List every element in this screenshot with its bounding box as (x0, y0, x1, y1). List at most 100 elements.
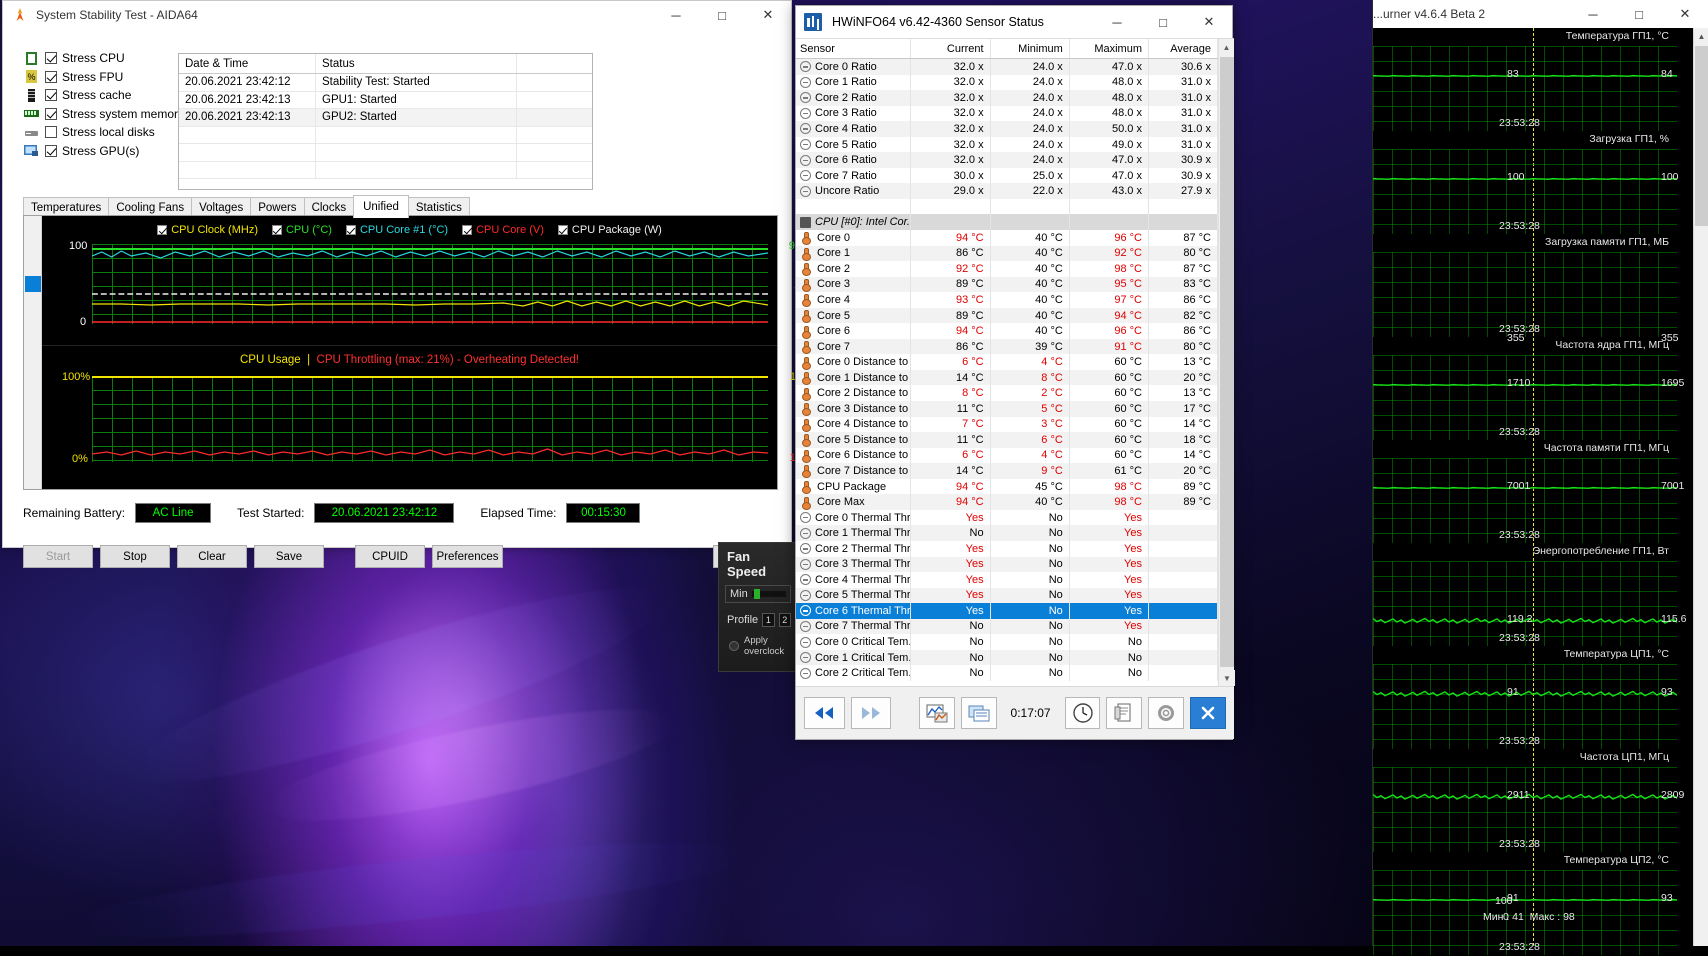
minimize-button[interactable]: ─ (653, 1, 699, 29)
stress-option-disks[interactable]: Stress local disks (23, 123, 173, 142)
sensor-vertical-scrollbar[interactable]: ▲ ▼ (1218, 39, 1235, 686)
sensor-row[interactable]: Core 2 Critical Tem... No No No (796, 665, 1218, 681)
sensor-row[interactable]: Core 6 Distance to ... 6 °C 4 °C 60 °C 14 °C (796, 447, 1218, 464)
sensor-row[interactable]: Uncore Ratio 29.0 x 22.0 x 43.0 x 27.9 x (796, 183, 1218, 199)
sensor-row[interactable]: Core 2 Ratio 32.0 x 24.0 x 48.0 x 31.0 x (796, 90, 1218, 106)
close-button[interactable]: ✕ (1662, 0, 1708, 28)
sensor-row[interactable]: Core 3 Thermal Thr... Yes No Yes (796, 556, 1218, 573)
sensor-row[interactable]: Core 5 Ratio 32.0 x 24.0 x 49.0 x 31.0 x (796, 136, 1218, 153)
legend-cpu-temp[interactable]: CPU (°C) (271, 224, 332, 236)
sensor-graph-icon[interactable] (918, 697, 955, 729)
sensor-row[interactable]: Core 2 Distance to ... 8 °C 2 °C 60 °C 13 °C (796, 385, 1218, 402)
close-button[interactable]: ✕ (745, 1, 791, 29)
sensor-row[interactable]: Core 3 Distance to ... 11 °C 5 °C 60 °C 17 °… (796, 401, 1218, 417)
scrollbar-thumb[interactable] (25, 276, 41, 292)
sensor-row[interactable]: Core 6 Thermal Thr... Yes No Yes (796, 603, 1218, 619)
cpuid-button[interactable]: CPUID (355, 545, 425, 568)
maximize-button[interactable]: □ (1616, 0, 1662, 28)
clear-button[interactable]: Clear (177, 545, 247, 568)
legend-cpu-package-w[interactable]: CPU Package (W) (557, 224, 662, 236)
report-icon[interactable] (1106, 697, 1143, 729)
sensor-row[interactable]: Core 6 94 °C 40 °C 96 °C 86 °C (796, 323, 1218, 339)
sensor-row[interactable]: Core 0 Ratio 32.0 x 24.0 x 47.0 x 30.6 x (796, 59, 1218, 75)
sensor-row[interactable]: Core 1 Distance to ... 14 °C 8 °C 60 °C 20 °… (796, 369, 1218, 386)
start-button[interactable]: Start (23, 545, 93, 568)
scroll-up-arrow[interactable]: ▲ (1694, 28, 1708, 45)
msi-afterburner-window[interactable]: ...urner v4.6.4 Beta 2 ─ □ ✕ Температура… (1372, 0, 1708, 955)
sensor-row[interactable]: Core 1 Critical Tem... No No No (796, 649, 1218, 666)
legend-checkbox[interactable] (345, 225, 356, 235)
sensor-row[interactable]: Core Max 94 °C 40 °C 98 °C 89 °C (796, 494, 1218, 510)
sensor-group-header[interactable]: CPU [#0]: Intel Cor... (796, 214, 1218, 231)
maximize-button[interactable]: □ (1140, 6, 1186, 38)
column-header-maximum[interactable]: Maximum (1070, 39, 1149, 58)
scroll-down-arrow[interactable]: ▼ (1219, 670, 1235, 686)
hwinfo-titlebar[interactable]: HWiNFO64 v6.42-4360 Sensor Status ─ □ ✕ (796, 6, 1232, 38)
aida64-titlebar[interactable]: System Stability Test - AIDA64 ─ □ ✕ (3, 1, 791, 29)
sensor-row[interactable]: Core 1 Ratio 32.0 x 24.0 x 48.0 x 31.0 x (796, 74, 1218, 91)
sensor-row[interactable]: Core 3 89 °C 40 °C 95 °C 83 °C (796, 276, 1218, 293)
stress-option-fpu[interactable]: % Stress FPU (23, 68, 173, 87)
column-header-sensor[interactable]: Sensor (796, 39, 912, 58)
sensor-row[interactable]: CPU Package 94 °C 45 °C 98 °C 89 °C (796, 478, 1218, 495)
scrollbar-thumb[interactable] (1220, 57, 1234, 667)
legend-checkbox[interactable] (157, 225, 168, 235)
sensor-row[interactable]: Core 7 Thermal Thr... No No Yes (796, 618, 1218, 635)
fan-min-control[interactable]: Min (725, 585, 791, 603)
sensor-row[interactable]: Core 1 86 °C 40 °C 92 °C 80 °C (796, 245, 1218, 262)
fan-min-slider[interactable] (751, 589, 786, 599)
stress-memory-checkbox[interactable] (45, 107, 57, 120)
legend-checkbox[interactable] (462, 225, 473, 235)
legend-checkbox[interactable] (557, 225, 568, 235)
stress-fpu-checkbox[interactable] (45, 70, 57, 83)
logging-icon[interactable] (960, 697, 997, 729)
legend-checkbox[interactable] (271, 225, 282, 235)
legend-cpu-clock[interactable]: CPU Clock (MHz) (157, 224, 258, 236)
stress-gpu-checkbox[interactable] (45, 144, 57, 157)
preferences-button[interactable]: Preferences (432, 545, 503, 568)
hwinfo-window[interactable]: HWiNFO64 v6.42-4360 Sensor Status ─ □ ✕ … (795, 5, 1235, 740)
minimize-button[interactable]: ─ (1570, 0, 1616, 28)
sensor-row[interactable]: Core 6 Ratio 32.0 x 24.0 x 47.0 x 30.9 x (796, 152, 1218, 168)
table-row[interactable]: 20.06.2021 23:42:13 GPU2: Started (179, 109, 592, 127)
stress-option-cpu[interactable]: Stress CPU (23, 49, 173, 68)
close-button[interactable]: ✕ (1186, 6, 1232, 38)
close-x-icon[interactable] (1190, 697, 1226, 729)
sensor-row[interactable]: Core 2 92 °C 40 °C 98 °C 87 °C (796, 261, 1218, 277)
arrows-left-icon[interactable] (804, 697, 845, 729)
column-header-minimum[interactable]: Minimum (991, 39, 1070, 58)
apply-overclock-row[interactable]: Apply overclock (719, 629, 797, 659)
sensor-row[interactable]: Core 0 Thermal Thr... Yes No Yes (796, 509, 1218, 526)
table-row[interactable]: 20.06.2021 23:42:13 GPU1: Started (179, 91, 592, 109)
stress-option-cache[interactable]: Stress cache (23, 86, 173, 105)
profile-control[interactable]: Profile 1 2 (727, 613, 791, 627)
sensor-row[interactable]: Core 1 Thermal Thr... No No Yes (796, 525, 1218, 541)
profile-button-2[interactable]: 2 (778, 613, 791, 627)
scrollbar-thumb[interactable] (1695, 46, 1708, 226)
table-row[interactable]: 20.06.2021 23:42:12 Stability Test: Star… (179, 74, 592, 92)
minimize-button[interactable]: ─ (1094, 6, 1140, 38)
save-button[interactable]: Save (254, 545, 324, 568)
stress-disks-checkbox[interactable] (45, 126, 57, 139)
sensor-row[interactable]: Core 3 Ratio 32.0 x 24.0 x 48.0 x 31.0 x (796, 105, 1218, 122)
sensor-row[interactable]: Core 0 Critical Tem... No No No (796, 634, 1218, 650)
stress-cpu-checkbox[interactable] (45, 52, 57, 65)
clock-icon[interactable] (1064, 697, 1101, 729)
legend-cpu-core1-temp[interactable]: CPU Core #1 (°C) (345, 224, 448, 236)
gear-icon[interactable] (1148, 697, 1185, 729)
sensor-row[interactable]: Core 7 86 °C 39 °C 91 °C 80 °C (796, 338, 1218, 355)
sensor-row[interactable]: Core 4 93 °C 40 °C 97 °C 86 °C (796, 292, 1218, 308)
graph-vertical-scrollbar[interactable] (24, 216, 42, 489)
aida64-window[interactable]: System Stability Test - AIDA64 ─ □ ✕ Str… (2, 0, 823, 568)
sensor-row[interactable]: Core 7 Distance to ... 14 °C 9 °C 61 °C 20 °… (796, 463, 1218, 479)
sensor-table[interactable]: Sensor Current Minimum Maximum Average C… (796, 39, 1218, 686)
maximize-button[interactable]: □ (699, 1, 745, 29)
fan-speed-widget[interactable]: Fan Speed Min Profile 1 2 Apply overcloc… (718, 542, 798, 672)
sensor-row[interactable]: Core 5 89 °C 40 °C 94 °C 82 °C (796, 307, 1218, 324)
legend-cpu-core-volt[interactable]: CPU Core (V) (462, 224, 544, 236)
sensor-row[interactable]: Core 5 Distance to ... 11 °C 6 °C 60 °C 18 °… (796, 432, 1218, 448)
stress-option-memory[interactable]: Stress system memory (23, 105, 184, 124)
stress-option-gpu[interactable]: Stress GPU(s) (23, 142, 173, 161)
sensor-row[interactable]: Core 2 Thermal Thr... Yes No Yes (796, 540, 1218, 557)
afterburner-scrollbar[interactable]: ▲ (1693, 28, 1708, 946)
